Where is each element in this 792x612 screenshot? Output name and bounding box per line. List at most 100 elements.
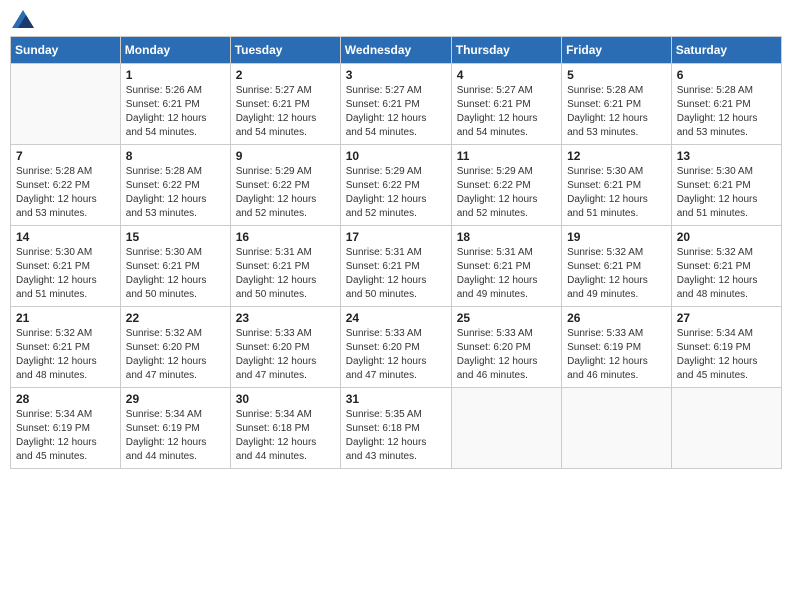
calendar-header-sunday: Sunday (11, 37, 121, 64)
day-number: 8 (126, 149, 225, 163)
day-number: 31 (346, 392, 446, 406)
calendar-cell: 26 Sunrise: 5:33 AM Sunset: 6:19 PM Dayli… (562, 307, 672, 388)
day-number: 11 (457, 149, 556, 163)
calendar-cell: 7 Sunrise: 5:28 AM Sunset: 6:22 PM Daylig… (11, 145, 121, 226)
day-number: 21 (16, 311, 115, 325)
day-number: 23 (236, 311, 335, 325)
day-number: 16 (236, 230, 335, 244)
calendar-header-thursday: Thursday (451, 37, 561, 64)
day-info: Sunrise: 5:33 AM Sunset: 6:20 PM Dayligh… (346, 327, 446, 383)
calendar-header-row: SundayMondayTuesdayWednesdayThursdayFrid… (11, 37, 782, 64)
day-number: 6 (677, 68, 776, 82)
day-number: 7 (16, 149, 115, 163)
day-number: 12 (567, 149, 666, 163)
calendar-header-friday: Friday (562, 37, 672, 64)
day-info: Sunrise: 5:31 AM Sunset: 6:21 PM Dayligh… (236, 246, 335, 302)
day-info: Sunrise: 5:29 AM Sunset: 6:22 PM Dayligh… (236, 165, 335, 221)
calendar-cell: 11 Sunrise: 5:29 AM Sunset: 6:22 PM Dayli… (451, 145, 561, 226)
calendar-cell: 4 Sunrise: 5:27 AM Sunset: 6:21 PM Daylig… (451, 64, 561, 145)
logo-icon (12, 10, 34, 28)
calendar-header-wednesday: Wednesday (340, 37, 451, 64)
calendar-cell (671, 388, 781, 469)
day-info: Sunrise: 5:32 AM Sunset: 6:21 PM Dayligh… (16, 327, 115, 383)
calendar-week-3: 14 Sunrise: 5:30 AM Sunset: 6:21 PM Dayli… (11, 226, 782, 307)
day-info: Sunrise: 5:29 AM Sunset: 6:22 PM Dayligh… (457, 165, 556, 221)
calendar-cell: 28 Sunrise: 5:34 AM Sunset: 6:19 PM Dayli… (11, 388, 121, 469)
calendar-header-tuesday: Tuesday (230, 37, 340, 64)
calendar-cell: 16 Sunrise: 5:31 AM Sunset: 6:21 PM Dayli… (230, 226, 340, 307)
day-number: 15 (126, 230, 225, 244)
calendar-cell: 27 Sunrise: 5:34 AM Sunset: 6:19 PM Dayli… (671, 307, 781, 388)
calendar-week-5: 28 Sunrise: 5:34 AM Sunset: 6:19 PM Dayli… (11, 388, 782, 469)
calendar-cell: 21 Sunrise: 5:32 AM Sunset: 6:21 PM Dayli… (11, 307, 121, 388)
calendar-cell: 6Sunrise: 5:28 AM Sunset: 6:21 PM Daylig… (671, 64, 781, 145)
calendar-cell: 30Sunrise: 5:34 AM Sunset: 6:18 PM Dayli… (230, 388, 340, 469)
calendar-header-monday: Monday (120, 37, 230, 64)
day-number: 17 (346, 230, 446, 244)
calendar-week-1: 1 Sunrise: 5:26 AM Sunset: 6:21 PM Daylig… (11, 64, 782, 145)
day-number: 2 (236, 68, 335, 82)
day-number: 9 (236, 149, 335, 163)
calendar-cell (562, 388, 672, 469)
day-number: 25 (457, 311, 556, 325)
calendar-cell: 17Sunrise: 5:31 AM Sunset: 6:21 PM Dayli… (340, 226, 451, 307)
day-info: Sunrise: 5:33 AM Sunset: 6:20 PM Dayligh… (236, 327, 335, 383)
day-info: Sunrise: 5:34 AM Sunset: 6:19 PM Dayligh… (677, 327, 776, 383)
day-info: Sunrise: 5:29 AM Sunset: 6:22 PM Dayligh… (346, 165, 446, 221)
day-info: Sunrise: 5:32 AM Sunset: 6:20 PM Dayligh… (126, 327, 225, 383)
day-info: Sunrise: 5:27 AM Sunset: 6:21 PM Dayligh… (457, 84, 556, 140)
calendar: SundayMondayTuesdayWednesdayThursdayFrid… (10, 36, 782, 469)
header (10, 10, 782, 28)
calendar-cell: 13Sunrise: 5:30 AM Sunset: 6:21 PM Dayli… (671, 145, 781, 226)
day-number: 4 (457, 68, 556, 82)
calendar-cell: 9 Sunrise: 5:29 AM Sunset: 6:22 PM Daylig… (230, 145, 340, 226)
calendar-cell: 31 Sunrise: 5:35 AM Sunset: 6:18 PM Dayli… (340, 388, 451, 469)
day-number: 26 (567, 311, 666, 325)
day-number: 24 (346, 311, 446, 325)
day-number: 1 (126, 68, 225, 82)
calendar-cell: 25Sunrise: 5:33 AM Sunset: 6:20 PM Dayli… (451, 307, 561, 388)
calendar-cell: 24 Sunrise: 5:33 AM Sunset: 6:20 PM Dayli… (340, 307, 451, 388)
day-info: Sunrise: 5:30 AM Sunset: 6:21 PM Dayligh… (126, 246, 225, 302)
calendar-cell: 2 Sunrise: 5:27 AM Sunset: 6:21 PM Daylig… (230, 64, 340, 145)
day-info: Sunrise: 5:28 AM Sunset: 6:21 PM Dayligh… (567, 84, 666, 140)
day-info: Sunrise: 5:26 AM Sunset: 6:21 PM Dayligh… (126, 84, 225, 140)
calendar-cell: 18 Sunrise: 5:31 AM Sunset: 6:21 PM Dayli… (451, 226, 561, 307)
calendar-cell: 12 Sunrise: 5:30 AM Sunset: 6:21 PM Dayli… (562, 145, 672, 226)
day-number: 14 (16, 230, 115, 244)
calendar-cell (11, 64, 121, 145)
calendar-cell: 10 Sunrise: 5:29 AM Sunset: 6:22 PM Dayli… (340, 145, 451, 226)
day-info: Sunrise: 5:28 AM Sunset: 6:22 PM Dayligh… (16, 165, 115, 221)
calendar-cell: 15 Sunrise: 5:30 AM Sunset: 6:21 PM Dayli… (120, 226, 230, 307)
day-number: 28 (16, 392, 115, 406)
day-info: Sunrise: 5:27 AM Sunset: 6:21 PM Dayligh… (346, 84, 446, 140)
day-info: Sunrise: 5:34 AM Sunset: 6:19 PM Dayligh… (16, 408, 115, 464)
calendar-cell: 20 Sunrise: 5:32 AM Sunset: 6:21 PM Dayli… (671, 226, 781, 307)
day-number: 10 (346, 149, 446, 163)
calendar-cell: 29Sunrise: 5:34 AM Sunset: 6:19 PM Dayli… (120, 388, 230, 469)
day-number: 29 (126, 392, 225, 406)
calendar-cell (451, 388, 561, 469)
calendar-cell: 3 Sunrise: 5:27 AM Sunset: 6:21 PM Daylig… (340, 64, 451, 145)
day-info: Sunrise: 5:27 AM Sunset: 6:21 PM Dayligh… (236, 84, 335, 140)
day-info: Sunrise: 5:30 AM Sunset: 6:21 PM Dayligh… (567, 165, 666, 221)
day-info: Sunrise: 5:28 AM Sunset: 6:22 PM Dayligh… (126, 165, 225, 221)
day-number: 13 (677, 149, 776, 163)
day-number: 5 (567, 68, 666, 82)
day-number: 27 (677, 311, 776, 325)
day-number: 18 (457, 230, 556, 244)
day-info: Sunrise: 5:33 AM Sunset: 6:19 PM Dayligh… (567, 327, 666, 383)
calendar-header-saturday: Saturday (671, 37, 781, 64)
day-info: Sunrise: 5:35 AM Sunset: 6:18 PM Dayligh… (346, 408, 446, 464)
calendar-cell: 1 Sunrise: 5:26 AM Sunset: 6:21 PM Daylig… (120, 64, 230, 145)
day-info: Sunrise: 5:31 AM Sunset: 6:21 PM Dayligh… (457, 246, 556, 302)
logo (10, 10, 34, 28)
calendar-cell: 8 Sunrise: 5:28 AM Sunset: 6:22 PM Daylig… (120, 145, 230, 226)
calendar-week-2: 7 Sunrise: 5:28 AM Sunset: 6:22 PM Daylig… (11, 145, 782, 226)
day-number: 22 (126, 311, 225, 325)
day-number: 20 (677, 230, 776, 244)
calendar-week-4: 21 Sunrise: 5:32 AM Sunset: 6:21 PM Dayli… (11, 307, 782, 388)
day-info: Sunrise: 5:32 AM Sunset: 6:21 PM Dayligh… (567, 246, 666, 302)
day-number: 3 (346, 68, 446, 82)
day-info: Sunrise: 5:32 AM Sunset: 6:21 PM Dayligh… (677, 246, 776, 302)
